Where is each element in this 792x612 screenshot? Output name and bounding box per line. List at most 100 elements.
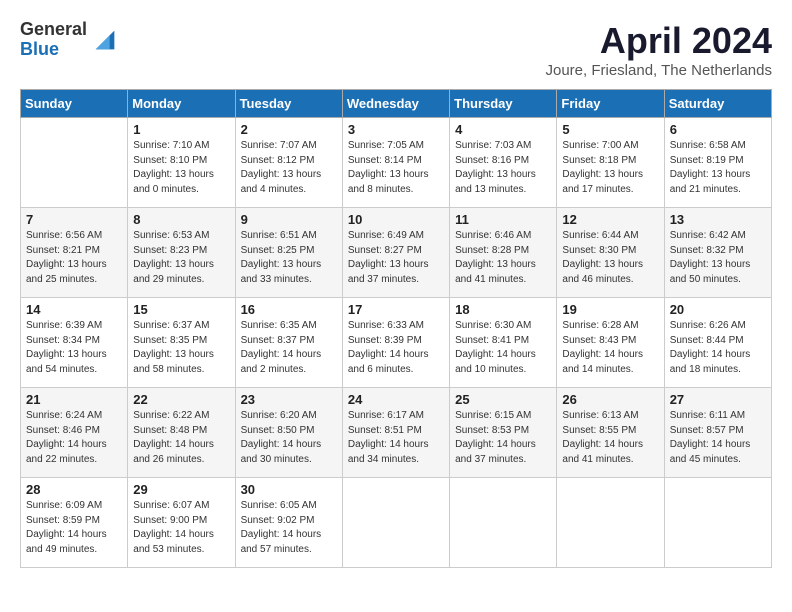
calendar-cell: 10 Sunrise: 6:49 AM Sunset: 8:27 PM Dayli… — [342, 208, 449, 298]
calendar-week-row: 28 Sunrise: 6:09 AM Sunset: 8:59 PM Dayli… — [21, 478, 772, 568]
day-number: 11 — [455, 212, 551, 227]
calendar-cell: 9Sunrise: 6:51 AM Sunset: 8:25 PM Daylig… — [235, 208, 342, 298]
day-info: Sunrise: 6:49 AM Sunset: 8:27 PM Dayligh… — [348, 229, 444, 287]
day-number: 29 — [133, 482, 229, 497]
calendar-cell: 1Sunrise: 7:10 AM Sunset: 8:10 PM Daylig… — [128, 118, 235, 208]
calendar-cell: 23 Sunrise: 6:20 AM Sunset: 8:50 PM Dayli… — [235, 388, 342, 478]
day-info: Sunrise: 6:33 AM Sunset: 8:39 PM Dayligh… — [348, 319, 444, 377]
day-number: 9 — [241, 212, 337, 227]
calendar-cell: 26 Sunrise: 6:13 AM Sunset: 8:55 PM Dayli… — [557, 388, 664, 478]
logo: General Blue — [20, 20, 119, 60]
day-info: Sunrise: 7:10 AM Sunset: 8:10 PM Dayligh… — [133, 139, 229, 197]
calendar-cell — [664, 478, 771, 568]
calendar-cell: 24Sunrise: 6:17 AM Sunset: 8:51 PM Dayli… — [342, 388, 449, 478]
day-number: 26 — [562, 392, 658, 407]
calendar-table: SundayMondayTuesdayWednesdayThursdayFrid… — [20, 89, 772, 568]
day-info: Sunrise: 6:42 AM Sunset: 8:32 PM Dayligh… — [670, 229, 766, 287]
day-number: 15 — [133, 302, 229, 317]
calendar-cell — [21, 118, 128, 208]
day-number: 30 — [241, 482, 337, 497]
day-info: Sunrise: 6:58 AM Sunset: 8:19 PM Dayligh… — [670, 139, 766, 197]
title-block: April 2024 Joure, Friesland, The Netherl… — [545, 20, 772, 79]
logo-blue: Blue — [20, 40, 87, 60]
calendar-cell: 18Sunrise: 6:30 AM Sunset: 8:41 PM Dayli… — [450, 298, 557, 388]
day-number: 12 — [562, 212, 658, 227]
calendar-cell: 4 Sunrise: 7:03 AM Sunset: 8:16 PM Daylig… — [450, 118, 557, 208]
calendar-cell: 7 Sunrise: 6:56 AM Sunset: 8:21 PM Daylig… — [21, 208, 128, 298]
day-info: Sunrise: 6:05 AM Sunset: 9:02 PM Dayligh… — [241, 499, 337, 557]
weekday-header: Friday — [557, 90, 664, 118]
day-info: Sunrise: 6:13 AM Sunset: 8:55 PM Dayligh… — [562, 409, 658, 467]
calendar-cell — [342, 478, 449, 568]
calendar-cell — [557, 478, 664, 568]
day-info: Sunrise: 6:15 AM Sunset: 8:53 PM Dayligh… — [455, 409, 551, 467]
weekday-header: Thursday — [450, 90, 557, 118]
calendar-header-row: SundayMondayTuesdayWednesdayThursdayFrid… — [21, 90, 772, 118]
calendar-cell: 5 Sunrise: 7:00 AM Sunset: 8:18 PM Daylig… — [557, 118, 664, 208]
day-number: 5 — [562, 122, 658, 137]
calendar-week-row: 21 Sunrise: 6:24 AM Sunset: 8:46 PM Dayli… — [21, 388, 772, 478]
day-number: 13 — [670, 212, 766, 227]
day-number: 2 — [241, 122, 337, 137]
page-header: General Blue April 2024 Joure, Friesland… — [20, 20, 772, 79]
calendar-week-row: 7 Sunrise: 6:56 AM Sunset: 8:21 PM Daylig… — [21, 208, 772, 298]
calendar-cell: 17Sunrise: 6:33 AM Sunset: 8:39 PM Dayli… — [342, 298, 449, 388]
day-number: 6 — [670, 122, 766, 137]
day-info: Sunrise: 6:26 AM Sunset: 8:44 PM Dayligh… — [670, 319, 766, 377]
day-number: 24 — [348, 392, 444, 407]
day-number: 19 — [562, 302, 658, 317]
logo-text: General Blue — [20, 20, 87, 60]
month-title: April 2024 — [545, 20, 772, 62]
calendar-week-row: 1Sunrise: 7:10 AM Sunset: 8:10 PM Daylig… — [21, 118, 772, 208]
day-number: 22 — [133, 392, 229, 407]
day-info: Sunrise: 6:37 AM Sunset: 8:35 PM Dayligh… — [133, 319, 229, 377]
day-info: Sunrise: 6:35 AM Sunset: 8:37 PM Dayligh… — [241, 319, 337, 377]
weekday-header: Tuesday — [235, 90, 342, 118]
day-info: Sunrise: 7:03 AM Sunset: 8:16 PM Dayligh… — [455, 139, 551, 197]
day-number: 21 — [26, 392, 122, 407]
day-info: Sunrise: 6:53 AM Sunset: 8:23 PM Dayligh… — [133, 229, 229, 287]
weekday-header: Wednesday — [342, 90, 449, 118]
calendar-week-row: 14Sunrise: 6:39 AM Sunset: 8:34 PM Dayli… — [21, 298, 772, 388]
calendar-cell: 25Sunrise: 6:15 AM Sunset: 8:53 PM Dayli… — [450, 388, 557, 478]
location: Joure, Friesland, The Netherlands — [545, 62, 772, 79]
day-number: 16 — [241, 302, 337, 317]
calendar-cell: 13 Sunrise: 6:42 AM Sunset: 8:32 PM Dayli… — [664, 208, 771, 298]
day-number: 14 — [26, 302, 122, 317]
day-number: 20 — [670, 302, 766, 317]
calendar-cell: 14Sunrise: 6:39 AM Sunset: 8:34 PM Dayli… — [21, 298, 128, 388]
calendar-cell: 29 Sunrise: 6:07 AM Sunset: 9:00 PM Dayli… — [128, 478, 235, 568]
day-info: Sunrise: 7:00 AM Sunset: 8:18 PM Dayligh… — [562, 139, 658, 197]
day-info: Sunrise: 6:56 AM Sunset: 8:21 PM Dayligh… — [26, 229, 122, 287]
calendar-cell: 15 Sunrise: 6:37 AM Sunset: 8:35 PM Dayli… — [128, 298, 235, 388]
calendar-cell: 8Sunrise: 6:53 AM Sunset: 8:23 PM Daylig… — [128, 208, 235, 298]
calendar-cell: 16 Sunrise: 6:35 AM Sunset: 8:37 PM Dayli… — [235, 298, 342, 388]
weekday-header: Saturday — [664, 90, 771, 118]
day-number: 4 — [455, 122, 551, 137]
calendar-cell — [450, 478, 557, 568]
day-number: 3 — [348, 122, 444, 137]
calendar-cell: 21 Sunrise: 6:24 AM Sunset: 8:46 PM Dayli… — [21, 388, 128, 478]
day-info: Sunrise: 6:20 AM Sunset: 8:50 PM Dayligh… — [241, 409, 337, 467]
weekday-header: Monday — [128, 90, 235, 118]
day-info: Sunrise: 6:22 AM Sunset: 8:48 PM Dayligh… — [133, 409, 229, 467]
calendar-cell: 27Sunrise: 6:11 AM Sunset: 8:57 PM Dayli… — [664, 388, 771, 478]
day-info: Sunrise: 6:44 AM Sunset: 8:30 PM Dayligh… — [562, 229, 658, 287]
day-number: 28 — [26, 482, 122, 497]
day-info: Sunrise: 6:11 AM Sunset: 8:57 PM Dayligh… — [670, 409, 766, 467]
calendar-cell: 22 Sunrise: 6:22 AM Sunset: 8:48 PM Dayli… — [128, 388, 235, 478]
day-info: Sunrise: 7:07 AM Sunset: 8:12 PM Dayligh… — [241, 139, 337, 197]
day-number: 10 — [348, 212, 444, 227]
weekday-header: Sunday — [21, 90, 128, 118]
day-info: Sunrise: 6:30 AM Sunset: 8:41 PM Dayligh… — [455, 319, 551, 377]
calendar-cell: 28 Sunrise: 6:09 AM Sunset: 8:59 PM Dayli… — [21, 478, 128, 568]
day-number: 23 — [241, 392, 337, 407]
day-info: Sunrise: 6:28 AM Sunset: 8:43 PM Dayligh… — [562, 319, 658, 377]
day-number: 7 — [26, 212, 122, 227]
day-info: Sunrise: 6:24 AM Sunset: 8:46 PM Dayligh… — [26, 409, 122, 467]
day-info: Sunrise: 6:46 AM Sunset: 8:28 PM Dayligh… — [455, 229, 551, 287]
day-info: Sunrise: 6:07 AM Sunset: 9:00 PM Dayligh… — [133, 499, 229, 557]
calendar-cell: 19 Sunrise: 6:28 AM Sunset: 8:43 PM Dayli… — [557, 298, 664, 388]
day-info: Sunrise: 7:05 AM Sunset: 8:14 PM Dayligh… — [348, 139, 444, 197]
day-info: Sunrise: 6:09 AM Sunset: 8:59 PM Dayligh… — [26, 499, 122, 557]
